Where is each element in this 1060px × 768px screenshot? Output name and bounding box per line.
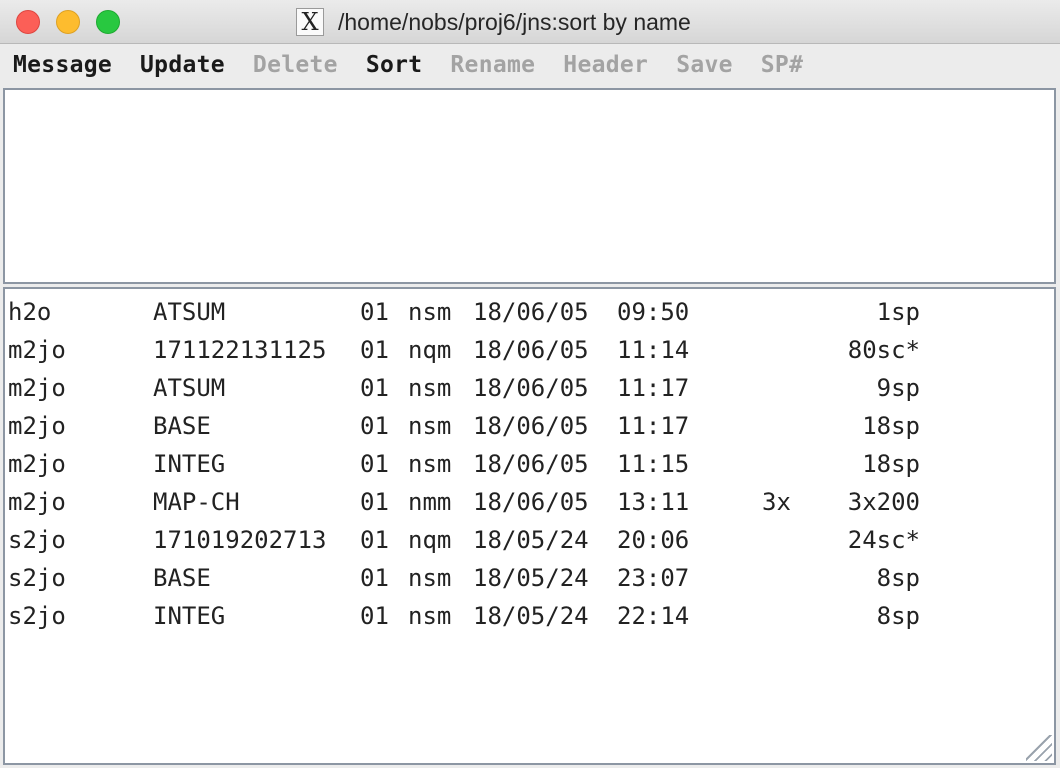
file-version: 01 — [360, 374, 389, 402]
file-id: 171122131125 — [153, 336, 327, 364]
file-size: 24sc* — [847, 526, 920, 554]
file-type: nmm — [408, 488, 452, 516]
file-id: BASE — [153, 564, 211, 592]
menu-sp[interactable]: SP# — [761, 52, 803, 78]
file-type: nsm — [408, 298, 452, 326]
file-size: 18sp — [862, 412, 920, 440]
file-name: m2jo — [8, 336, 66, 364]
file-date: 18/05/24 — [473, 526, 589, 554]
file-name: s2jo — [8, 602, 66, 630]
file-version: 01 — [360, 564, 389, 592]
menu-update[interactable]: Update — [140, 52, 225, 78]
maximize-window-button[interactable] — [96, 10, 120, 34]
menu-sort[interactable]: Sort — [366, 52, 423, 78]
file-size: 8sp — [876, 602, 920, 630]
file-type: nsm — [408, 450, 452, 478]
file-id: INTEG — [153, 602, 226, 630]
file-version: 01 — [360, 526, 389, 554]
file-size: 9sp — [876, 374, 920, 402]
file-list: h2o ATSUM 01 nsm 18/06/05 09:50 1sp m2jo 1711221… — [8, 293, 1048, 635]
menu-rename[interactable]: Rename — [450, 52, 535, 78]
file-id: 171019202713 — [153, 526, 327, 554]
window-title: /home/nobs/proj6/jns:sort by name — [338, 8, 691, 35]
file-row[interactable]: s2jo INTEG 01 nsm 18/05/24 22:14 8sp — [8, 597, 1048, 635]
file-date: 18/06/05 — [473, 298, 589, 326]
file-name: m2jo — [8, 488, 66, 516]
file-name: m2jo — [8, 374, 66, 402]
file-id: ATSUM — [153, 374, 226, 402]
file-time: 11:17 — [617, 374, 690, 402]
file-type: nsm — [408, 602, 452, 630]
file-size: 1sp — [876, 298, 920, 326]
file-name: s2jo — [8, 526, 66, 554]
file-time: 13:11 — [617, 488, 690, 516]
file-row[interactable]: m2jo MAP-CH 01 nmm 18/06/05 13:11 3x 3x200 — [8, 483, 1048, 521]
file-id: MAP-CH — [153, 488, 240, 516]
close-window-button[interactable] — [16, 10, 40, 34]
file-row[interactable]: s2jo BASE 01 nsm 18/05/24 23:07 8sp — [8, 559, 1048, 597]
message-panel[interactable] — [3, 88, 1056, 284]
file-type: nqm — [408, 336, 452, 364]
file-row[interactable]: m2jo ATSUM 01 nsm 18/06/05 11:17 9sp — [8, 369, 1048, 407]
file-version: 01 — [360, 450, 389, 478]
file-id: ATSUM — [153, 298, 226, 326]
file-name: s2jo — [8, 564, 66, 592]
minimize-window-button[interactable] — [56, 10, 80, 34]
file-date: 18/05/24 — [473, 564, 589, 592]
file-size: 18sp — [862, 450, 920, 478]
file-version: 01 — [360, 488, 389, 516]
menu-delete[interactable]: Delete — [253, 52, 338, 78]
menu-header[interactable]: Header — [563, 52, 648, 78]
file-size: 8sp — [876, 564, 920, 592]
file-row[interactable]: m2jo INTEG 01 nsm 18/06/05 11:15 18sp — [8, 445, 1048, 483]
file-row[interactable]: h2o ATSUM 01 nsm 18/06/05 09:50 1sp — [8, 293, 1048, 331]
file-version: 01 — [360, 298, 389, 326]
file-id: BASE — [153, 412, 211, 440]
resize-grip-icon[interactable] — [1026, 735, 1052, 761]
file-size: 3x200 — [847, 488, 920, 516]
file-extra: 3x — [762, 488, 791, 516]
file-version: 01 — [360, 336, 389, 364]
file-time: 09:50 — [617, 298, 690, 326]
file-id: INTEG — [153, 450, 226, 478]
menu-bar: Message Update Delete Sort Rename Header… — [0, 45, 1060, 85]
file-date: 18/06/05 — [473, 412, 589, 440]
file-time: 11:14 — [617, 336, 690, 364]
menu-save[interactable]: Save — [676, 52, 733, 78]
window-title-group: X /home/nobs/proj6/jns:sort by name — [296, 7, 691, 37]
file-date: 18/05/24 — [473, 602, 589, 630]
file-time: 11:17 — [617, 412, 690, 440]
file-type: nsm — [408, 564, 452, 592]
file-list-panel[interactable]: h2o ATSUM 01 nsm 18/06/05 09:50 1sp m2jo 1711221… — [3, 287, 1056, 765]
file-row[interactable]: m2jo BASE 01 nsm 18/06/05 11:17 18sp — [8, 407, 1048, 445]
x11-app-icon: X — [296, 8, 324, 36]
file-row[interactable]: s2jo 171019202713 01 nqm 18/05/24 20:06 24sc* — [8, 521, 1048, 559]
file-type: nsm — [408, 412, 452, 440]
file-row[interactable]: m2jo 171122131125 01 nqm 18/06/05 11:14 80sc* — [8, 331, 1048, 369]
file-name: m2jo — [8, 412, 66, 440]
file-type: nsm — [408, 374, 452, 402]
file-date: 18/06/05 — [473, 488, 589, 516]
file-version: 01 — [360, 412, 389, 440]
menu-message[interactable]: Message — [13, 52, 112, 78]
file-time: 11:15 — [617, 450, 690, 478]
file-time: 23:07 — [617, 564, 690, 592]
file-type: nqm — [408, 526, 452, 554]
file-time: 22:14 — [617, 602, 690, 630]
file-date: 18/06/05 — [473, 450, 589, 478]
file-name: m2jo — [8, 450, 66, 478]
file-size: 80sc* — [847, 336, 920, 364]
title-bar: X /home/nobs/proj6/jns:sort by name — [0, 0, 1060, 44]
file-name: h2o — [8, 298, 52, 326]
file-date: 18/06/05 — [473, 336, 589, 364]
file-time: 20:06 — [617, 526, 690, 554]
file-version: 01 — [360, 602, 389, 630]
file-date: 18/06/05 — [473, 374, 589, 402]
